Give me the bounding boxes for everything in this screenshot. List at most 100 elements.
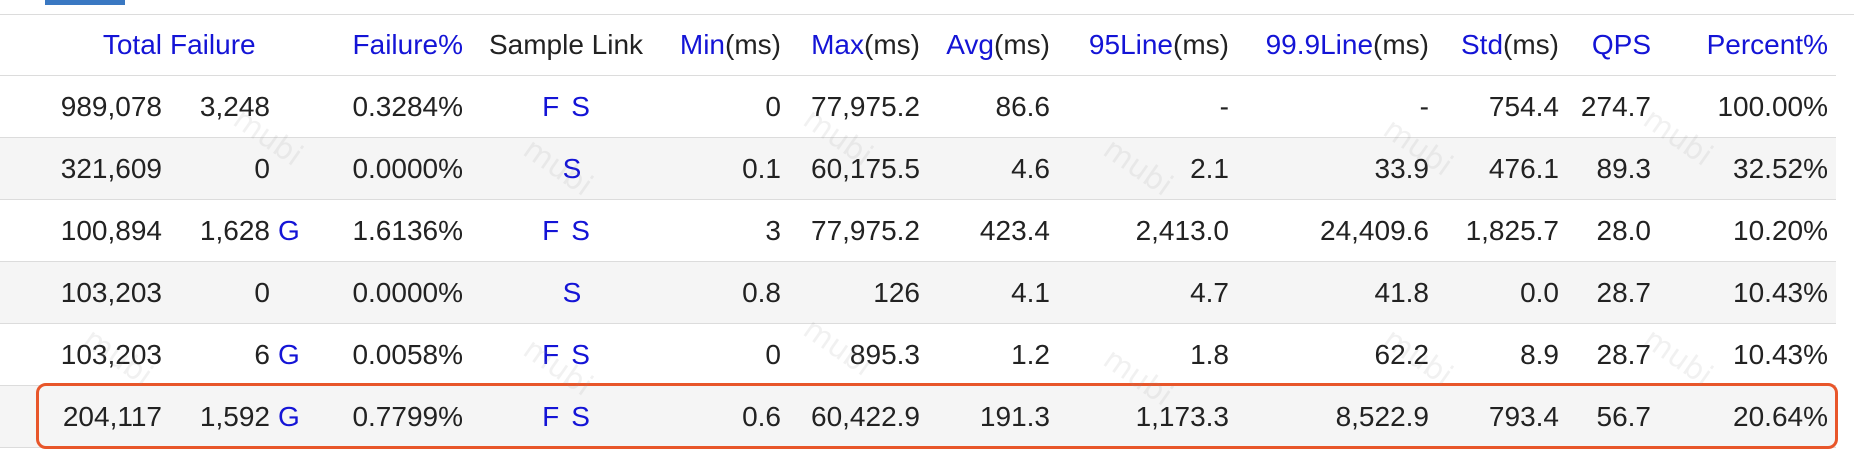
cell-95line: - — [1058, 75, 1237, 138]
header-std[interactable]: Std(ms) — [1437, 15, 1567, 76]
header-95line[interactable]: 95Line(ms) — [1058, 15, 1237, 76]
success-sample-link[interactable]: S — [571, 215, 590, 246]
cell-avg: 4.6 — [928, 137, 1058, 200]
cell-failure-pct: 0.0000% — [338, 261, 471, 324]
failure-sample-link[interactable]: F — [542, 91, 559, 122]
header-999line-unit: (ms) — [1373, 29, 1429, 60]
cell-sample-links: S — [471, 261, 661, 324]
cell-sample-links: FS — [471, 75, 661, 138]
cell-percent: 20.64% — [1659, 385, 1836, 448]
cell-sample-links: S — [471, 137, 661, 200]
graph-link[interactable]: G — [278, 401, 300, 432]
success-sample-link[interactable]: S — [571, 91, 590, 122]
header-failure-pct[interactable]: Failure% — [338, 15, 471, 76]
cell-failure-pct: 0.7799% — [338, 385, 471, 448]
sort-failure-pct-link[interactable]: Failure% — [353, 29, 463, 60]
cell-total: 321,609 — [0, 137, 170, 200]
sort-min-link[interactable]: Min — [680, 29, 725, 60]
header-percent[interactable]: Percent% — [1659, 15, 1836, 76]
header-min-unit: (ms) — [725, 29, 781, 60]
cell-999line: 62.2 — [1237, 323, 1437, 386]
cell-qps: 28.7 — [1567, 323, 1659, 386]
cell-min: 0.8 — [661, 261, 789, 324]
sort-95line-link[interactable]: 95Line — [1089, 29, 1173, 60]
cell-avg: 191.3 — [928, 385, 1058, 448]
cell-total: 204,117 — [0, 385, 170, 448]
success-sample-link[interactable]: S — [571, 339, 590, 370]
cell-percent: 10.43% — [1659, 323, 1836, 386]
sort-max-link[interactable]: Max — [811, 29, 864, 60]
cell-failure: 0 — [170, 261, 278, 324]
cell-failure-pct: 1.6136% — [338, 199, 471, 262]
cell-qps: 28.7 — [1567, 261, 1659, 324]
header-max[interactable]: Max(ms) — [789, 15, 928, 76]
transaction-stats-table: Total Failure Failure% Sample Link Min(m… — [0, 15, 1836, 448]
cell-failure-pct: 0.0000% — [338, 137, 471, 200]
cell-sample-links: FS — [471, 199, 661, 262]
cell-graph — [278, 261, 338, 324]
cell-95line: 1.8 — [1058, 323, 1237, 386]
cell-95line: 2.1 — [1058, 137, 1237, 200]
failure-sample-link[interactable]: F — [542, 339, 559, 370]
cell-std: 1,825.7 — [1437, 199, 1567, 262]
cell-std: 476.1 — [1437, 137, 1567, 200]
header-999line[interactable]: 99.9Line(ms) — [1237, 15, 1437, 76]
cell-qps: 89.3 — [1567, 137, 1659, 200]
graph-link[interactable]: G — [278, 215, 300, 246]
graph-link[interactable]: G — [278, 339, 300, 370]
cell-graph: G — [278, 323, 338, 386]
cell-min: 0.1 — [661, 137, 789, 200]
cell-failure-pct: 0.0058% — [338, 323, 471, 386]
table-row: 103,203 6 G 0.0058% FS 0 895.3 1.2 1.8 6… — [0, 323, 1836, 386]
cell-graph: G — [278, 199, 338, 262]
header-failure[interactable]: Failure — [170, 15, 278, 76]
header-qps[interactable]: QPS — [1567, 15, 1659, 76]
cell-avg: 1.2 — [928, 323, 1058, 386]
cell-sample-links: FS — [471, 323, 661, 386]
success-sample-link[interactable]: S — [563, 277, 582, 308]
cell-std: 0.0 — [1437, 261, 1567, 324]
cell-std: 793.4 — [1437, 385, 1567, 448]
cell-min: 3 — [661, 199, 789, 262]
cell-avg: 86.6 — [928, 75, 1058, 138]
cell-failure: 1,592 — [170, 385, 278, 448]
cell-min: 0 — [661, 323, 789, 386]
sort-total-link[interactable]: Total — [103, 29, 162, 60]
cell-qps: 56.7 — [1567, 385, 1659, 448]
cell-failure: 3,248 — [170, 75, 278, 138]
failure-sample-link[interactable]: F — [542, 401, 559, 432]
failure-sample-link[interactable]: F — [542, 215, 559, 246]
cell-95line: 2,413.0 — [1058, 199, 1237, 262]
cell-999line: 8,522.9 — [1237, 385, 1437, 448]
cell-failure: 6 — [170, 323, 278, 386]
cell-max: 895.3 — [789, 323, 928, 386]
header-total[interactable]: Total — [0, 15, 170, 76]
sort-percent-link[interactable]: Percent% — [1707, 29, 1828, 60]
header-min[interactable]: Min(ms) — [661, 15, 789, 76]
cell-max: 77,975.2 — [789, 199, 928, 262]
table-row: 204,117 1,592 G 0.7799% FS 0.6 60,422.9 … — [0, 385, 1836, 448]
cell-graph — [278, 75, 338, 138]
cell-999line: 24,409.6 — [1237, 199, 1437, 262]
cell-sample-links: FS — [471, 385, 661, 448]
sort-avg-link[interactable]: Avg — [946, 29, 994, 60]
table-row: 989,078 3,248 0.3284% FS 0 77,975.2 86.6… — [0, 75, 1836, 138]
header-avg[interactable]: Avg(ms) — [928, 15, 1058, 76]
cell-total: 103,203 — [0, 323, 170, 386]
sort-failure-link[interactable]: Failure — [170, 29, 256, 60]
cell-999line: 33.9 — [1237, 137, 1437, 200]
header-graph — [278, 15, 338, 76]
cell-percent: 32.52% — [1659, 137, 1836, 200]
cell-percent: 10.20% — [1659, 199, 1836, 262]
sort-std-link[interactable]: Std — [1461, 29, 1503, 60]
sort-999line-link[interactable]: 99.9Line — [1266, 29, 1373, 60]
success-sample-link[interactable]: S — [563, 153, 582, 184]
cell-total: 103,203 — [0, 261, 170, 324]
table-row: 103,203 0 0.0000% S 0.8 126 4.1 4.7 41.8… — [0, 261, 1836, 324]
success-sample-link[interactable]: S — [571, 401, 590, 432]
sort-qps-link[interactable]: QPS — [1592, 29, 1651, 60]
cell-max: 126 — [789, 261, 928, 324]
cell-percent: 10.43% — [1659, 261, 1836, 324]
cell-max: 60,175.5 — [789, 137, 928, 200]
cell-avg: 4.1 — [928, 261, 1058, 324]
